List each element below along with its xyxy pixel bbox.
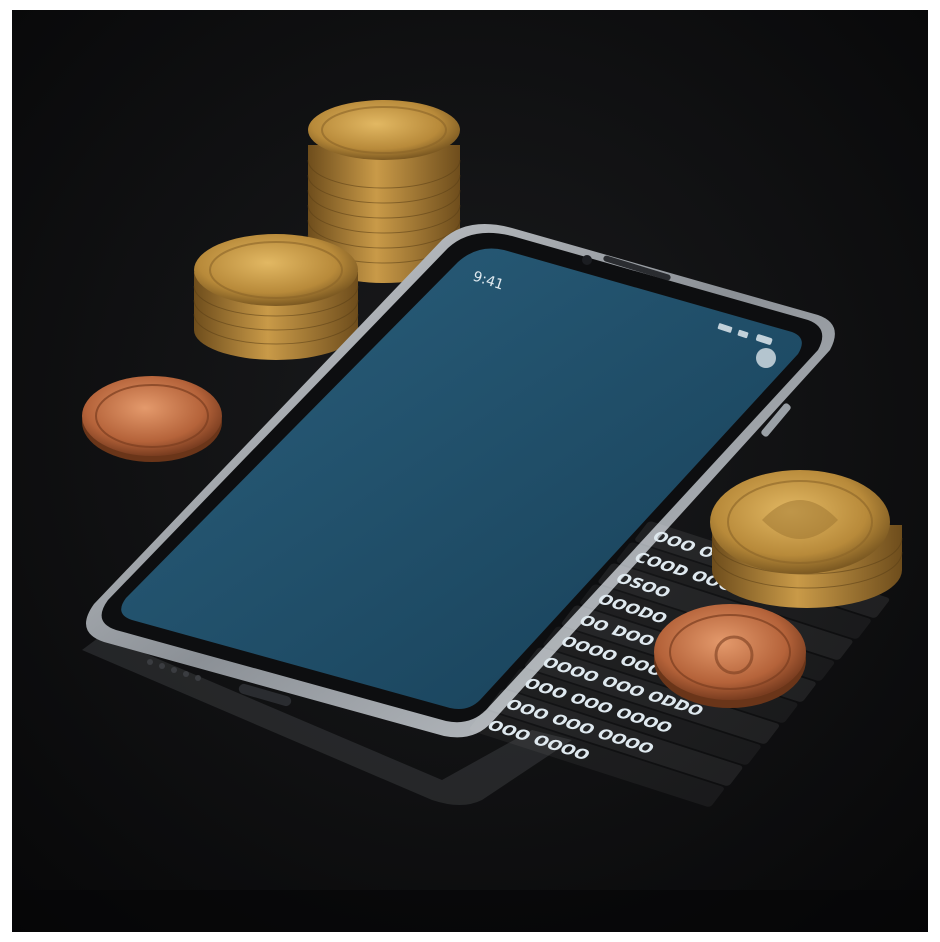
photo-frame: OOO OOD COOD OOO OSOO OOODO OOO 2 OO DOO OOO… [12, 10, 928, 932]
gold-coin-stack-left [193, 234, 359, 360]
front-camera-icon [582, 255, 592, 265]
copper-coin-right [654, 604, 806, 708]
copper-coin-left [82, 376, 222, 462]
photo-scene: OOO OODCOOD OOOOSOOOOODO OOO 2OO DOO OOO… [12, 10, 928, 932]
screen-action-icon[interactable] [756, 348, 776, 368]
